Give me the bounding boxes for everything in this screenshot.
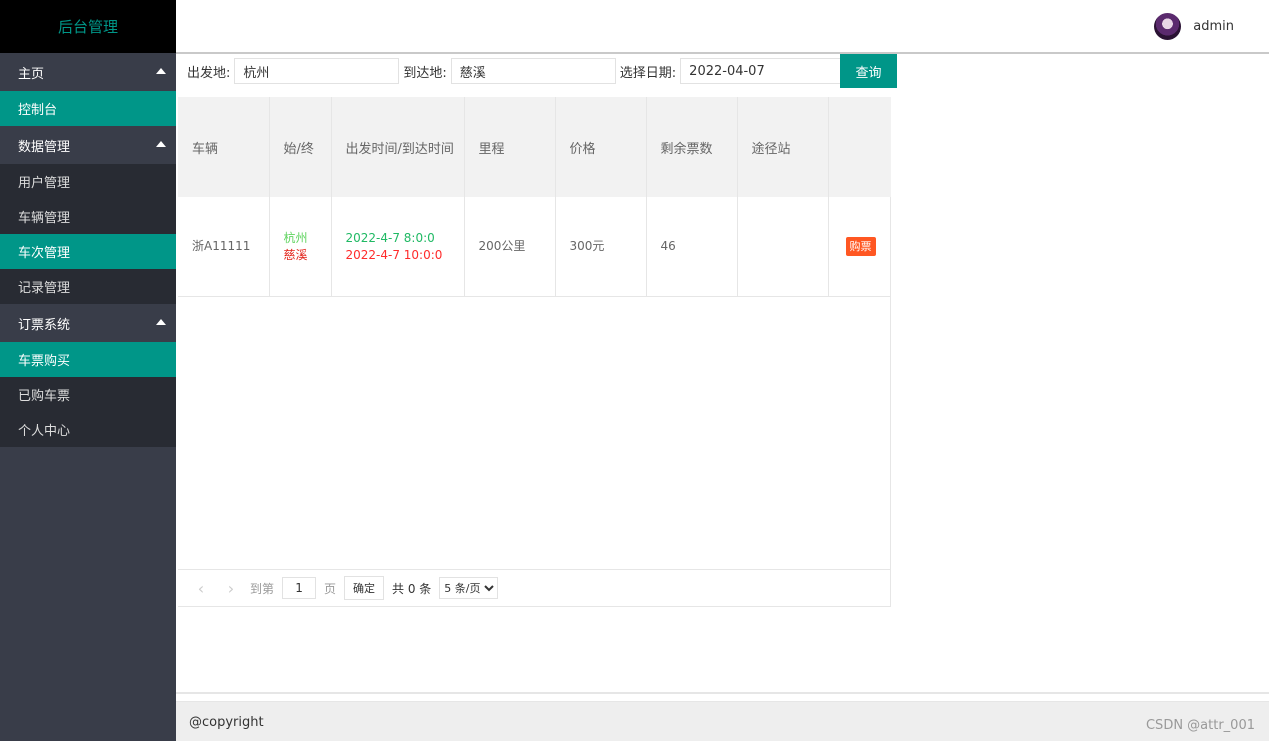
page-input[interactable]: [282, 577, 317, 599]
avatar[interactable]: [1154, 13, 1182, 40]
column-header: 剩余票数: [646, 97, 738, 197]
distance-cell: 200公里: [464, 197, 556, 297]
search-bar: 出发地: 到达地: 选择日期:: [187, 55, 847, 87]
sidebar-group-label: 订票系统: [18, 317, 71, 333]
table-row: 浙A11111 杭州 慈溪 2022-4-7 8:0:0 2022-4-7 10…: [178, 197, 891, 297]
sidebar-group-label: 数据管理: [18, 139, 71, 155]
to-label: 到达地:: [403, 65, 447, 81]
vehicle-cell: 浙A11111: [178, 197, 270, 297]
sidebar-item-records[interactable]: 记录管理: [0, 269, 176, 304]
column-header: 价格: [555, 97, 647, 197]
username[interactable]: admin: [1193, 19, 1234, 34]
page-size-select[interactable]: 5 条/页: [439, 577, 499, 599]
column-header: 出发时间/到达时间: [331, 97, 465, 197]
date-input[interactable]: [680, 58, 847, 84]
depart-time: 2022-4-7 8:0:0: [345, 230, 435, 245]
goto-label: 到第: [250, 581, 275, 596]
copyright-text: @copyright: [189, 715, 264, 730]
footer: @copyright CSDN @attr_001: [176, 701, 1269, 741]
confirm-page-button[interactable]: 确定: [344, 576, 385, 600]
sidebar-group-label: 主页: [18, 66, 45, 82]
app-logo: 后台管理: [0, 0, 176, 53]
sidebar-group-booking[interactable]: 订票系统: [0, 304, 176, 342]
trip-table-container: 车辆 始/终 出发时间/到达时间 里程 价格 剩余票数 途径站 浙A11111 …: [178, 97, 891, 607]
remaining-cell: 46: [646, 197, 738, 297]
sidebar: 主页 控制台 数据管理 用户管理 车辆管理 车次管理 记录管理 订票系统 车票购…: [0, 53, 176, 741]
chevron-left-icon[interactable]: ‹: [190, 579, 212, 598]
caret-up-icon: [156, 68, 166, 74]
sidebar-group-home[interactable]: 主页: [0, 53, 176, 91]
sidebar-group-data[interactable]: 数据管理: [0, 126, 176, 164]
table-header-row: 车辆 始/终 出发时间/到达时间 里程 价格 剩余票数 途径站: [178, 97, 891, 197]
total-count: 共 0 条: [392, 581, 432, 596]
from-label: 出发地:: [187, 65, 231, 81]
page-unit-label: 页: [324, 581, 337, 596]
pagination: ‹ › 到第 页 确定 共 0 条 5 条/页: [178, 569, 891, 606]
sidebar-item-console[interactable]: 控制台: [0, 91, 176, 126]
column-header: 始/终: [269, 97, 332, 197]
caret-up-icon: [156, 141, 166, 147]
trip-table: 车辆 始/终 出发时间/到达时间 里程 价格 剩余票数 途径站 浙A11111 …: [178, 97, 891, 297]
watermark-text: CSDN @attr_001: [1145, 718, 1255, 733]
sidebar-item-users[interactable]: 用户管理: [0, 164, 176, 199]
sidebar-item-vehicles[interactable]: 车辆管理: [0, 199, 176, 234]
column-header: 车辆: [178, 97, 270, 197]
sidebar-item-purchased[interactable]: 已购车票: [0, 377, 176, 412]
caret-up-icon: [156, 319, 166, 325]
end-station: 慈溪: [283, 247, 308, 262]
top-bar: admin: [176, 0, 1269, 54]
time-cell: 2022-4-7 8:0:0 2022-4-7 10:0:0: [331, 197, 465, 297]
to-input[interactable]: [450, 58, 616, 84]
buy-ticket-button[interactable]: 购票: [845, 237, 876, 256]
chevron-right-icon[interactable]: ›: [220, 579, 242, 598]
via-cell: [737, 197, 829, 297]
from-input[interactable]: [234, 58, 400, 84]
footer-divider: [176, 692, 1269, 694]
action-cell: 购票: [828, 197, 891, 297]
sidebar-item-profile[interactable]: 个人中心: [0, 412, 176, 447]
query-button[interactable]: 查询: [840, 54, 897, 88]
column-header: 途径站: [737, 97, 829, 197]
price-cell: 300元: [555, 197, 647, 297]
route-cell: 杭州 慈溪: [269, 197, 332, 297]
start-station: 杭州: [283, 230, 308, 245]
column-header: 里程: [464, 97, 556, 197]
sidebar-item-buy-ticket[interactable]: 车票购买: [0, 342, 176, 377]
user-menu[interactable]: admin: [1154, 13, 1234, 40]
arrive-time: 2022-4-7 10:0:0: [345, 247, 443, 262]
sidebar-item-trips[interactable]: 车次管理: [0, 234, 176, 269]
date-label: 选择日期:: [619, 65, 677, 81]
column-header: [828, 97, 891, 197]
